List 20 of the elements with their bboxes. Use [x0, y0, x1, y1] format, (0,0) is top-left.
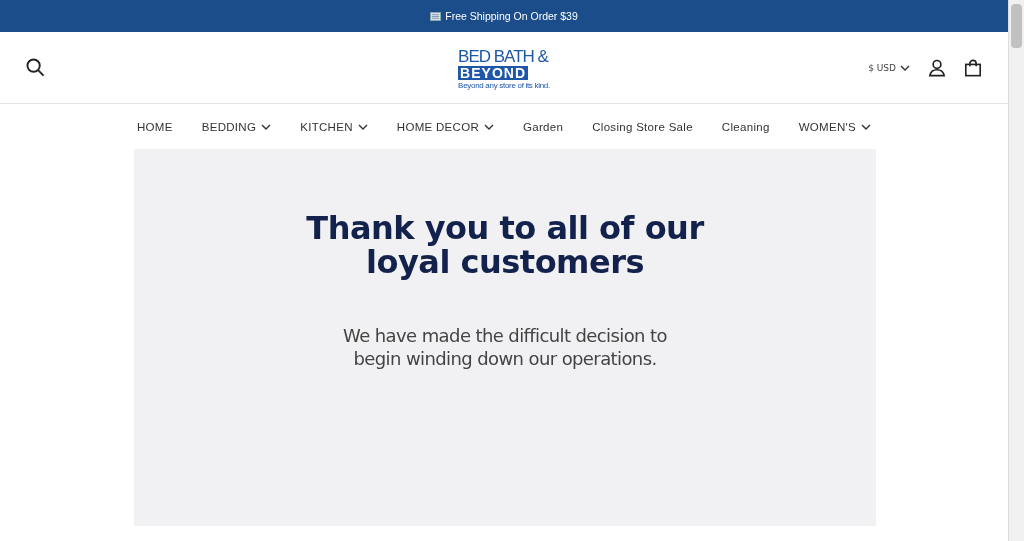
chevron-down-icon — [900, 64, 910, 71]
logo[interactable]: BED BATH & BEYOND Beyond any store of its kind. — [458, 47, 550, 90]
nav-link[interactable]: KITCHEN — [300, 120, 368, 133]
announcement-text: Free Shipping On Order $39 — [445, 10, 578, 22]
bag-icon[interactable] — [964, 58, 982, 77]
nav-link[interactable]: Cleaning — [721, 120, 770, 133]
currency-selector[interactable]: $ USD — [868, 62, 910, 73]
scrollbar-thumb[interactable] — [1011, 4, 1022, 48]
nav-link[interactable]: Garden — [523, 120, 564, 133]
nav-link[interactable]: HOME — [137, 120, 173, 133]
search-icon[interactable] — [26, 58, 45, 77]
scrollbar[interactable] — [1008, 0, 1024, 541]
hero-heading: Thank you to all of our loyal customers — [305, 211, 706, 279]
box-icon — [430, 11, 442, 21]
account-icon[interactable] — [928, 58, 946, 77]
nav-link[interactable]: HOME DECOR — [396, 120, 495, 133]
nav-link[interactable]: WOMEN'S — [798, 120, 871, 133]
nav-link[interactable]: Closing Store Sale — [592, 120, 693, 133]
hero-text: We have made the difficult decision to begin winding down our operations. — [342, 324, 668, 370]
nav-link[interactable]: BEDDING — [201, 120, 272, 133]
